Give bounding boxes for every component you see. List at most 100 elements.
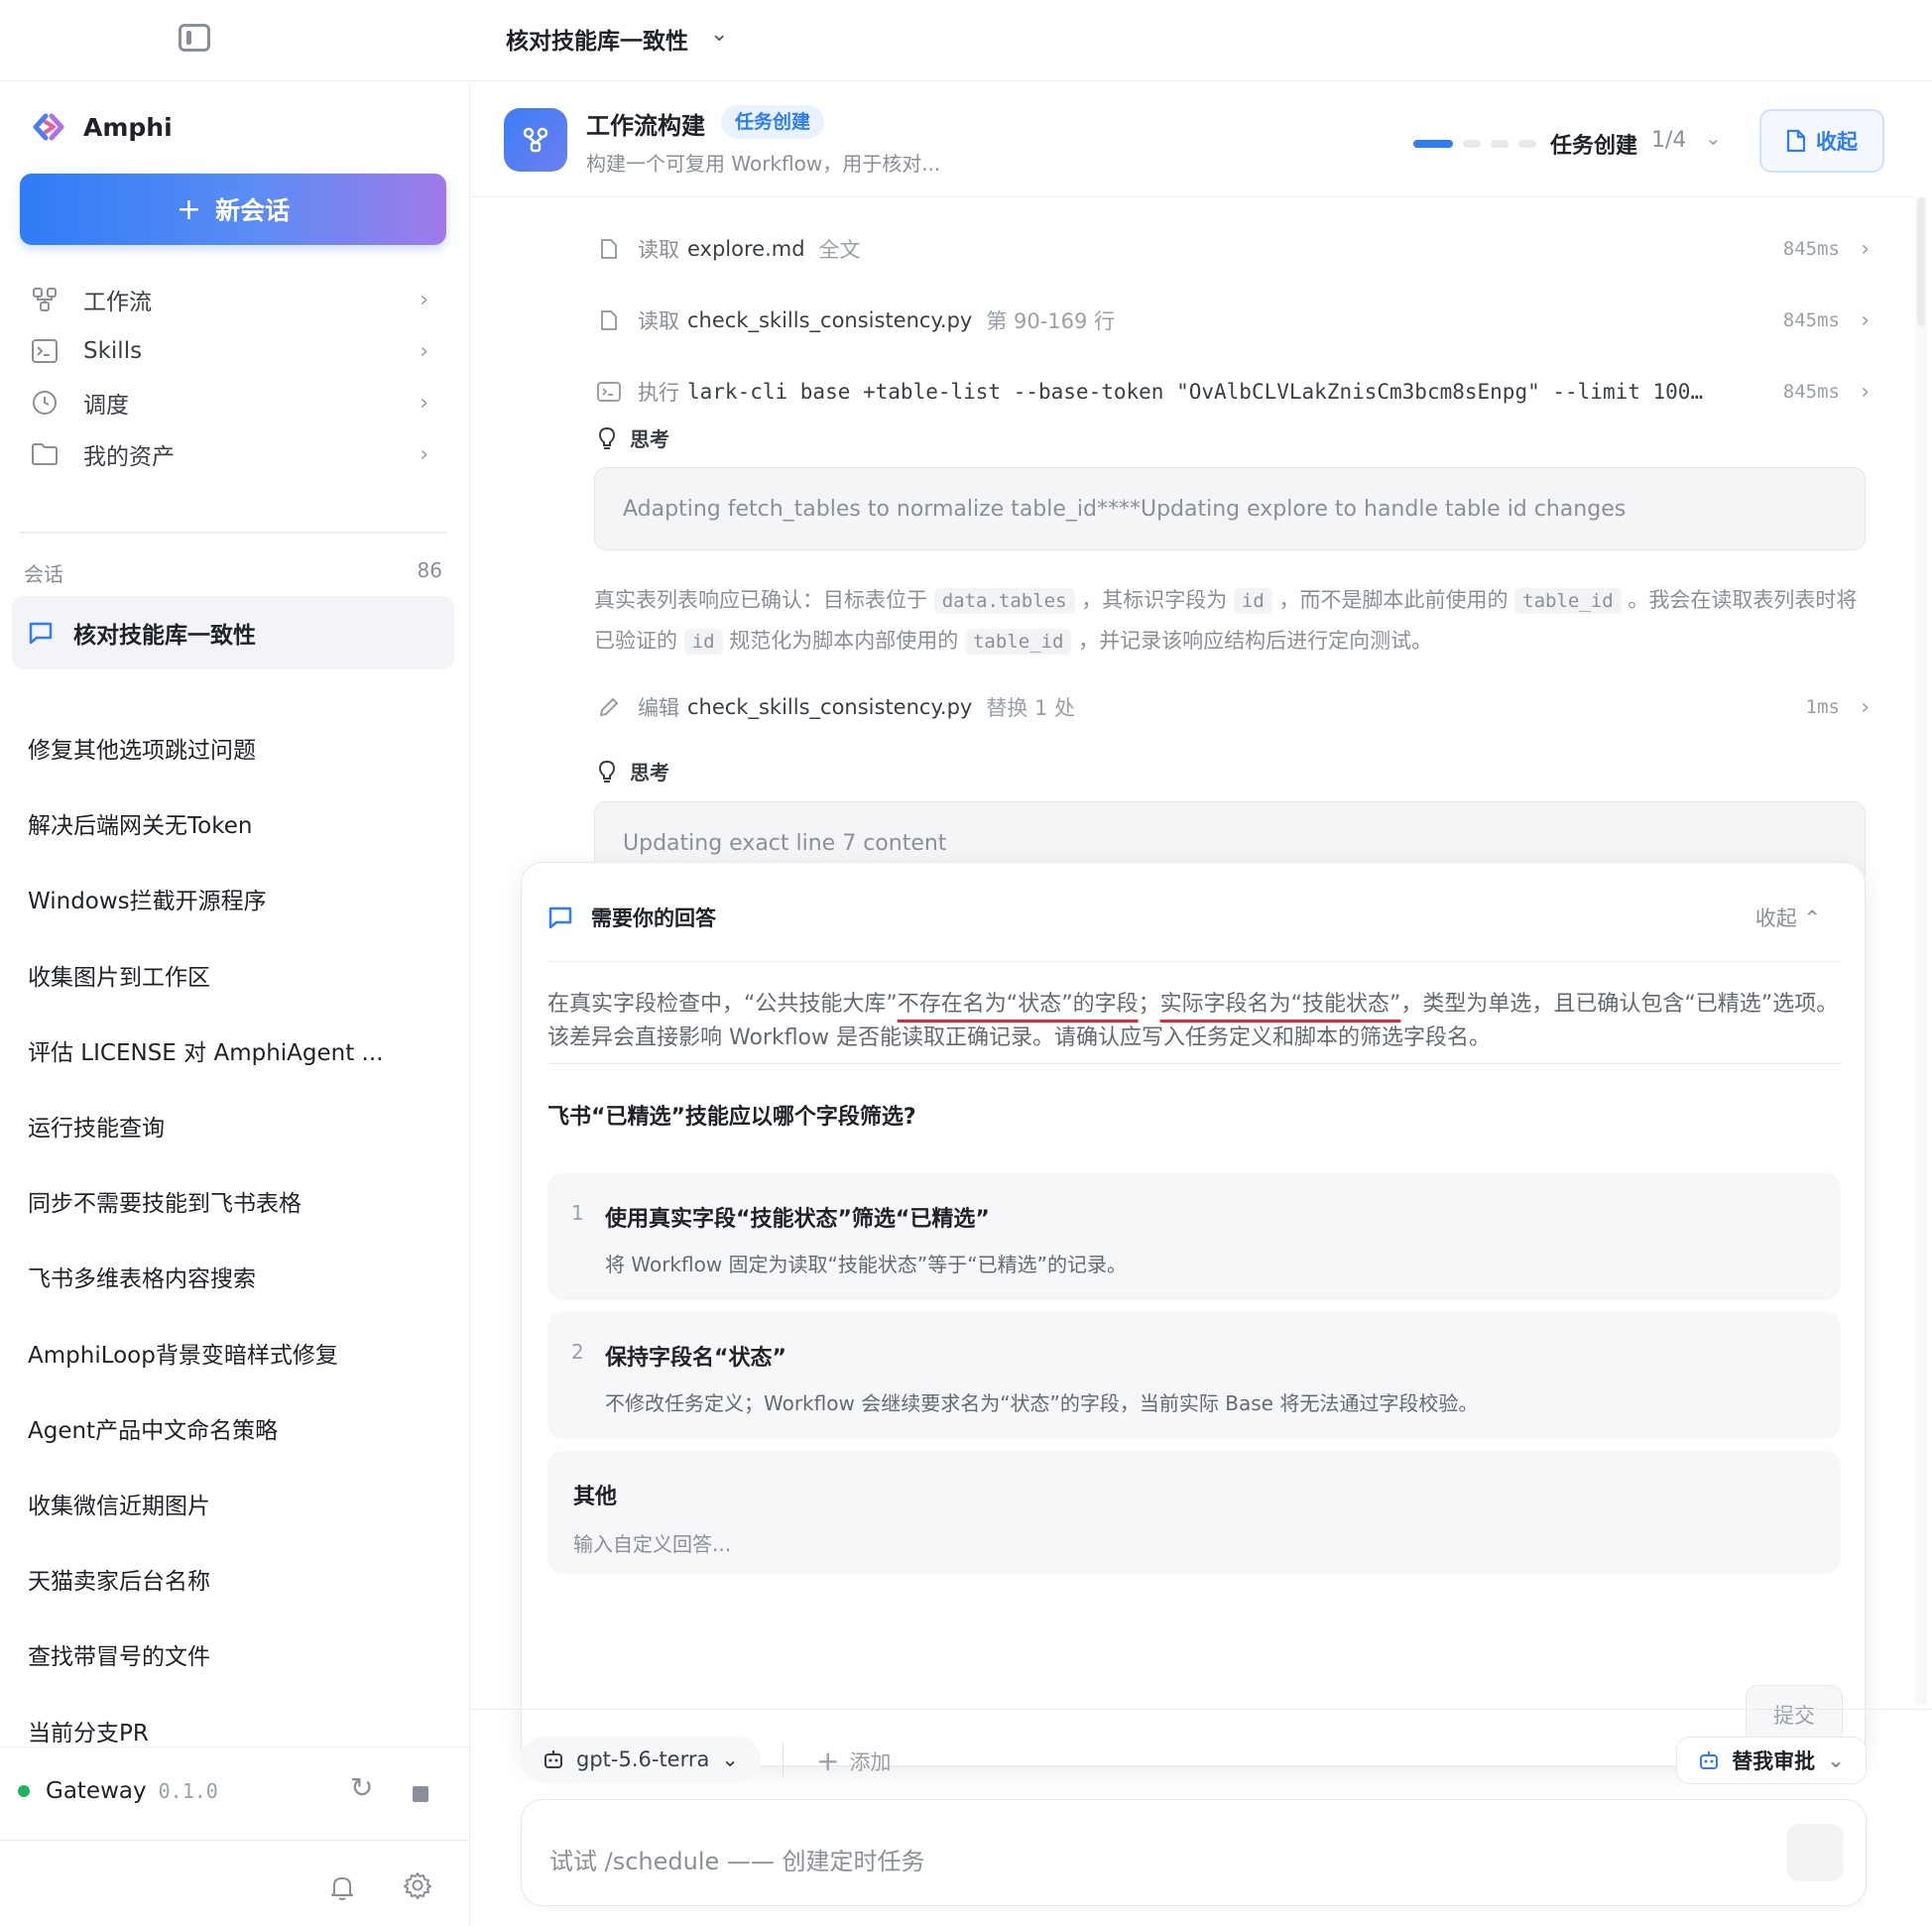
collapse-button[interactable]: 收起	[1759, 109, 1884, 173]
conversation-item[interactable]: 天猫卖家后台名称	[28, 1562, 444, 1596]
option-other[interactable]: 其他 输入自定义回答...	[547, 1451, 1841, 1574]
conversation-item[interactable]: 运行技能查询	[28, 1109, 444, 1143]
progress-step	[1518, 140, 1536, 148]
reasoning-segment: ，其标识字段为	[1081, 588, 1228, 612]
robot-icon	[544, 1750, 562, 1768]
conversation-item[interactable]: 当前分支PR	[28, 1714, 444, 1747]
divider	[547, 961, 1841, 962]
conversation-item[interactable]: Windows拦截开源程序	[28, 882, 444, 915]
conversation-item[interactable]: 修复其他选项跳过问题	[28, 731, 444, 765]
option-2[interactable]: 2 保持字段名“状态” 不修改任务定义；Workflow 会继续要求名为“状态”…	[547, 1312, 1841, 1439]
gear-icon[interactable]	[403, 1870, 432, 1900]
think-content: Adapting fetch_tables to normalize table…	[594, 467, 1866, 550]
question-description: 在真实字段检查中，“公共技能大库”不存在名为“状态”的字段；实际字段名为“技能状…	[547, 988, 1853, 1055]
conversation-item[interactable]: Agent产品中文命名策略	[28, 1411, 444, 1445]
sidebar-item-workflow[interactable]: 工作流 ›	[30, 275, 436, 324]
chevron-right-icon: ›	[420, 338, 428, 364]
custom-answer-input[interactable]: 输入自定义回答...	[573, 1528, 731, 1557]
highlighted-segment: 不存在名为“状态”的字段	[897, 992, 1139, 1017]
inline-code: id	[683, 629, 723, 655]
sidebar-item-skills[interactable]: Skills ›	[30, 326, 436, 376]
conversation-item[interactable]: 评估 LICENSE 对 AmphiAgent ...	[28, 1033, 444, 1067]
sidebar-toggle-icon[interactable]	[179, 24, 210, 52]
description-segment: ；	[1138, 992, 1160, 1017]
log-verb: 读取	[638, 238, 679, 262]
think-text: 思考	[630, 427, 669, 451]
conversation-item[interactable]: 解决后端网关无Token	[28, 806, 444, 840]
model-name: gpt-5.6-terra	[576, 1747, 710, 1771]
submit-button[interactable]: 提交	[1746, 1685, 1843, 1745]
question-card-header: 需要你的回答	[547, 903, 716, 932]
log-target: check_skills_consistency.py	[687, 695, 973, 719]
progress-step	[1413, 140, 1453, 148]
progress-step	[1463, 140, 1481, 148]
message-input[interactable]: 试试 /schedule —— 创建定时任务	[521, 1799, 1867, 1906]
conversation-title: 核对技能库一致性	[73, 623, 256, 649]
add-button[interactable]: + 添加	[816, 1745, 891, 1777]
log-row-edit[interactable]: 编辑 check_skills_consistency.py 替换 1 处 1m…	[596, 687, 1875, 727]
brand: Amphi	[32, 110, 173, 144]
log-duration: 845ms	[1782, 381, 1840, 403]
sidebar-item-assets[interactable]: 我的资产 ›	[30, 429, 436, 479]
stop-icon[interactable]	[413, 1786, 428, 1802]
scrollbar-thumb[interactable]	[1917, 197, 1925, 326]
option-title: 其他	[573, 1485, 618, 1509]
conversation-item[interactable]: 飞书多维表格内容搜索	[28, 1260, 444, 1293]
log-row-read[interactable]: 读取 explore.md 全文 845ms ›	[596, 229, 1875, 269]
chevron-right-icon: ›	[1861, 379, 1870, 405]
reasoning-segment: 真实表列表响应已确认：目标表位于	[594, 588, 927, 612]
status-dot	[18, 1785, 30, 1797]
chevron-right-icon: ›	[1861, 236, 1870, 262]
log-suffix: 全文	[818, 238, 861, 262]
plus-icon: +	[176, 191, 202, 227]
progress-count[interactable]: 1/4	[1651, 128, 1686, 153]
progress-label[interactable]: 任务创建	[1550, 128, 1637, 160]
think-text: 思考	[630, 761, 669, 784]
chevron-down-icon[interactable]: ⌄	[1705, 126, 1722, 150]
option-1[interactable]: 1 使用真实字段“技能状态”筛选“已精选” 将 Workflow 固定为读取“技…	[547, 1173, 1841, 1300]
new-chat-label: 新会话	[215, 196, 291, 225]
task-description: 构建一个可复用 Workflow，用于核对...	[586, 152, 941, 176]
scrollbar-track[interactable]	[1915, 197, 1927, 1705]
log-verb: 编辑	[638, 696, 679, 720]
log-target: explore.md	[687, 237, 805, 261]
model-selector[interactable]: gpt-5.6-terra ⌄	[521, 1737, 761, 1782]
log-suffix: 替换 1 处	[986, 696, 1076, 720]
conversation-item[interactable]: 收集微信近期图片	[28, 1487, 444, 1520]
log-row-exec[interactable]: 执行 lark-cli base +table-list --base-toke…	[596, 372, 1875, 412]
chevron-right-icon: ›	[1861, 307, 1870, 333]
send-button[interactable]	[1786, 1824, 1844, 1881]
conversation-item[interactable]: 收集图片到工作区	[28, 958, 444, 992]
approve-label: 替我审批	[1732, 1749, 1816, 1773]
plus-icon: +	[816, 1745, 840, 1777]
log-row-read[interactable]: 读取 check_skills_consistency.py 第 90-169 …	[596, 301, 1875, 340]
conversations-header: 会话 86	[24, 558, 442, 587]
new-chat-button[interactable]: + 新会话	[20, 174, 446, 245]
gateway-label: Gateway	[46, 1778, 147, 1804]
session-title[interactable]: 核对技能库一致性	[506, 22, 688, 56]
conversation-item-active[interactable]: 核对技能库一致性	[12, 596, 454, 669]
inline-code: id	[1233, 588, 1272, 614]
conversation-item[interactable]: 查找带冒号的文件	[28, 1637, 444, 1671]
divider	[0, 1746, 470, 1747]
inline-code: data.tables	[933, 588, 1075, 614]
conversation-item[interactable]: AmphiLoop背景变暗样式修复	[28, 1336, 444, 1370]
clock-icon	[30, 388, 60, 418]
lightbulb-icon	[598, 760, 616, 782]
question-card-collapse[interactable]: 收起 ⌃	[1755, 903, 1821, 932]
message-placeholder: 试试 /schedule —— 创建定时任务	[549, 1848, 925, 1875]
think-content-text: Updating exact line 7 content	[623, 830, 947, 856]
bell-icon[interactable]	[329, 1873, 355, 1901]
chevron-right-icon: ›	[420, 287, 428, 312]
auto-approve-button[interactable]: 替我审批 ⌄	[1676, 1737, 1867, 1784]
conversation-item[interactable]: 同步不需要技能到飞书表格	[28, 1184, 444, 1218]
think-content-text: Adapting fetch_tables to normalize table…	[623, 496, 1627, 522]
sidebar-item-schedule[interactable]: 调度 ›	[30, 378, 436, 427]
sidebar-item-label: Skills	[83, 338, 143, 364]
chat-bubble-icon	[29, 622, 53, 645]
chevron-down-icon[interactable]: ⌄	[710, 22, 728, 47]
refresh-icon[interactable]: ↻	[350, 1771, 373, 1804]
log-duration: 1ms	[1805, 696, 1840, 718]
inline-code: table_id	[964, 629, 1072, 655]
question-text: 飞书“已精选”技能应以哪个字段筛选?	[547, 1105, 916, 1130]
